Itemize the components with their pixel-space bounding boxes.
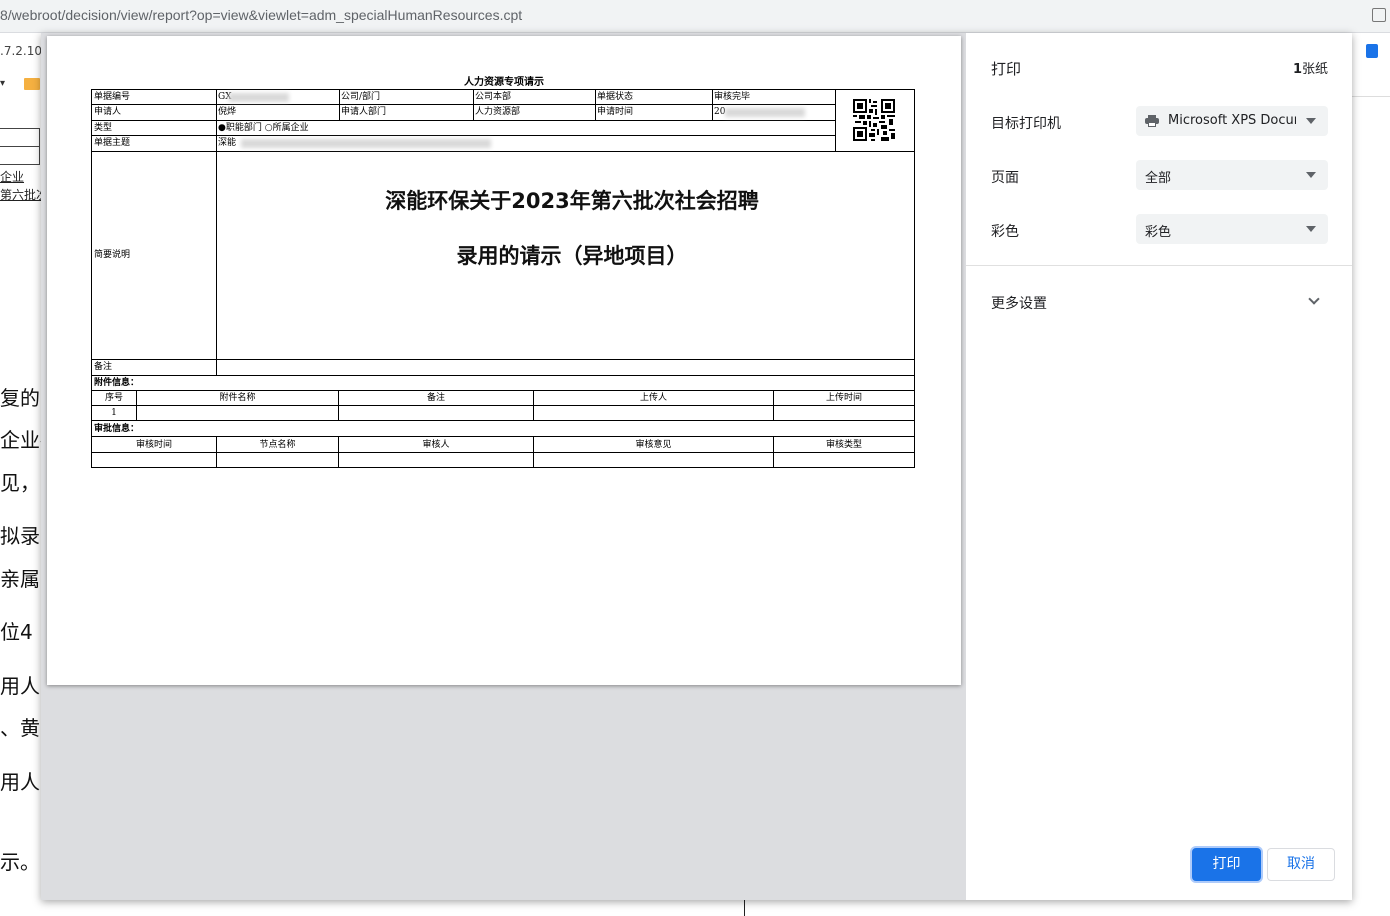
label-remark: 备注: [94, 362, 113, 372]
value-company-dept: 公司本部: [475, 92, 512, 102]
bg-text-line: 亲属: [0, 567, 40, 591]
attach-header-remark: 备注: [426, 393, 445, 403]
bg-dropdown-arrow-icon[interactable]: ▾: [0, 78, 5, 89]
chevron-down-icon: [1306, 172, 1316, 178]
attach-row-index: 1: [111, 408, 117, 418]
label-doc-no: 单据编号: [94, 92, 131, 102]
label-type: 类型: [94, 123, 113, 133]
color-value: 彩色: [1145, 225, 1172, 240]
attach-header-index: 序号: [104, 393, 123, 403]
bg-text-line: 用人: [0, 674, 40, 698]
print-dialog: 人力资源专项请示 单据编号 GX 公司/部门 公司本部 单据状态 审核完毕 申请…: [41, 33, 1352, 900]
printer-icon: [1145, 115, 1159, 127]
redaction-blur: [241, 139, 491, 148]
text-cursor: [744, 898, 745, 916]
redaction-blur: [229, 93, 289, 102]
print-settings-pane: 打印 1张纸 目标打印机 Microsoft XPS Document Writ…: [966, 33, 1352, 900]
attach-header-upload-time: 上传时间: [825, 393, 862, 403]
preview-page: 人力资源专项请示 单据编号 GX 公司/部门 公司本部 单据状态 审核完毕 申请…: [47, 36, 961, 685]
cancel-button[interactable]: 取消: [1267, 848, 1335, 881]
print-preview-pane: 人力资源专项请示 单据编号 GX 公司/部门 公司本部 单据状态 审核完毕 申请…: [41, 33, 966, 900]
attach-header-name: 附件名称: [219, 393, 256, 403]
bg-text-line: 用人: [0, 770, 40, 794]
destination-value: Microsoft XPS Document Writer: [1168, 113, 1296, 128]
sheet-count: 1张纸: [1293, 58, 1328, 77]
redaction-blur: [725, 108, 805, 117]
value-subject: 深能: [218, 138, 237, 148]
attachments-section-title: 附件信息：: [94, 378, 140, 388]
approval-header-node: 节点名称: [259, 440, 296, 450]
print-button[interactable]: 打印: [1192, 848, 1261, 881]
label-applicant: 申请人: [94, 107, 122, 117]
bg-link-1[interactable]: 企业: [0, 168, 24, 185]
bg-text-line: 复的: [0, 386, 40, 410]
document-heading-line2: 录用的请示（异地项目）: [456, 244, 688, 268]
approval-header-opinion: 审核意见: [635, 440, 672, 450]
divider: [1352, 96, 1390, 97]
bg-text-line: 见，: [0, 471, 40, 495]
bg-text-line: 位4: [0, 620, 33, 644]
url-text[interactable]: 8/webroot/decision/view/report?op=view&v…: [0, 7, 522, 23]
report-table-grid: [91, 89, 915, 468]
pages-select[interactable]: 全部: [1136, 160, 1328, 190]
approvals-section-title: 审批信息：: [94, 424, 140, 434]
bg-link-2[interactable]: 第六批次: [0, 186, 44, 203]
bg-text-line: 拟录: [0, 524, 40, 548]
value-type: ●职能部门 ○所属企业: [218, 123, 309, 133]
value-applicant: 倪烨: [218, 107, 237, 117]
print-dialog-title: 打印: [991, 60, 1022, 78]
color-label: 彩色: [991, 224, 1019, 240]
approval-header-reviewer: 审核人: [422, 440, 450, 450]
bg-text-line: 示。: [0, 850, 40, 874]
chevron-down-icon: [1306, 226, 1316, 232]
bg-text-line: 企业社: [0, 428, 44, 452]
value-apply-time: 20: [714, 107, 726, 117]
label-doc-status: 单据状态: [597, 92, 634, 102]
destination-label: 目标打印机: [991, 116, 1061, 132]
label-company-dept: 公司/部门: [341, 92, 381, 102]
color-select[interactable]: 彩色: [1136, 214, 1328, 244]
value-applicant-dept: 人力资源部: [475, 107, 521, 117]
background-page-right: [1352, 34, 1390, 916]
value-doc-status: 审核完毕: [714, 92, 751, 102]
bg-version-text: .7.2.101: [0, 44, 44, 58]
label-summary: 简要说明: [94, 250, 131, 260]
browser-address-bar: 8/webroot/decision/view/report?op=view&v…: [0, 0, 1390, 33]
app-icon[interactable]: [1366, 44, 1378, 58]
background-page: .7.2.101 ▾ 企业 第六批次 复的 企业社 见， 拟录 亲属 位4 用人…: [0, 34, 44, 916]
destination-select[interactable]: Microsoft XPS Document Writer: [1136, 106, 1328, 136]
qr-code-icon: [853, 99, 895, 141]
mail-icon[interactable]: [24, 78, 40, 90]
chevron-down-icon: [1306, 118, 1316, 124]
bg-text-line: 、黄: [0, 716, 40, 740]
document-heading-line1: 深能环保关于2023年第六批次社会招聘: [385, 189, 759, 213]
label-subject: 单据主题: [94, 138, 131, 148]
attach-header-uploader: 上传人: [639, 393, 667, 403]
label-applicant-dept: 申请人部门: [341, 107, 387, 117]
label-apply-time: 申请时间: [597, 107, 634, 117]
pages-value: 全部: [1145, 171, 1172, 186]
divider: [966, 265, 1352, 266]
sheet-count-number: 1: [1292, 62, 1302, 77]
pages-label: 页面: [991, 170, 1019, 186]
approval-header-time: 审核时间: [135, 440, 172, 450]
chevron-down-icon[interactable]: [1308, 293, 1320, 305]
bg-table-divider: [0, 146, 40, 147]
share-icon[interactable]: [1372, 8, 1386, 22]
more-settings-toggle[interactable]: 更多设置: [991, 293, 1047, 313]
approval-header-type: 审核类型: [825, 440, 862, 450]
sheet-count-unit: 张纸: [1301, 62, 1328, 77]
